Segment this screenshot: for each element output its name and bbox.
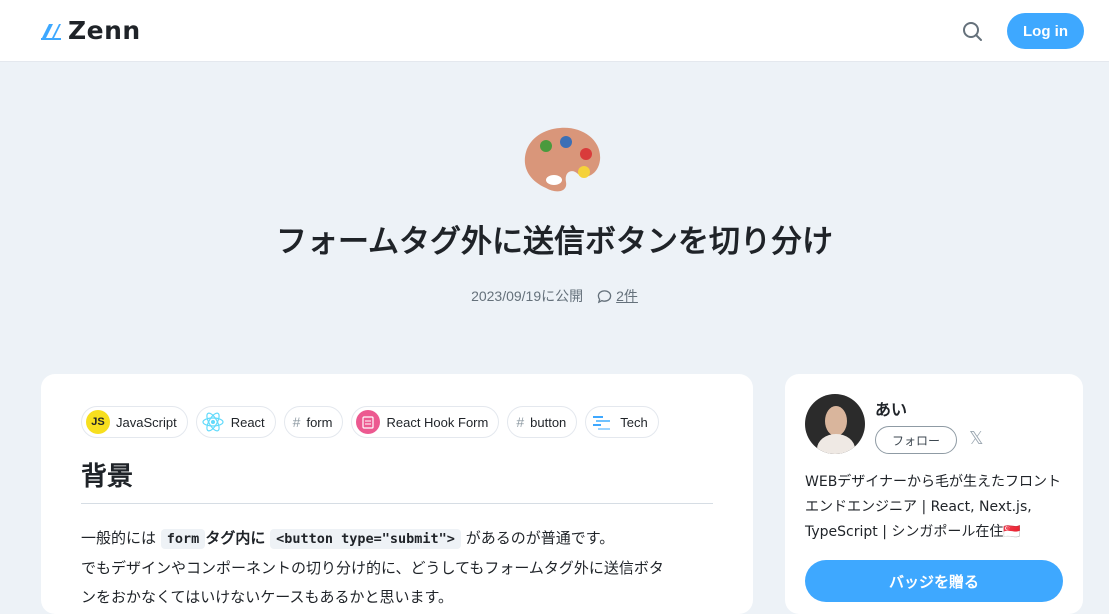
comment-icon xyxy=(597,289,612,303)
topic-label: React Hook Form xyxy=(386,414,489,430)
author-bio: WEBデザイナーから毛が生えたフロントエンドエンジニア | React, Nex… xyxy=(805,474,1062,540)
paragraph: ンをおかなくてはいけないケースもあるかと思います。 xyxy=(81,588,454,606)
topic-label: React xyxy=(230,414,265,430)
logo-text: Zenn xyxy=(68,16,141,45)
avatar-face xyxy=(825,406,847,436)
react-icon xyxy=(202,412,224,432)
javascript-icon: JS xyxy=(86,410,110,434)
text: 一般的には xyxy=(81,529,157,547)
comments-count: 2件 xyxy=(616,288,638,304)
article-title: フォームタグ外に送信ボタンを切り分け xyxy=(275,224,834,260)
article-meta: 2023/09/19に公開 2件 xyxy=(0,286,1109,306)
paragraph: 一般的には form タグ内に <button type="submit"> があ… xyxy=(81,524,713,554)
zenn-logo-icon xyxy=(41,24,61,40)
react-hook-form-icon xyxy=(356,410,381,434)
search-icon xyxy=(963,22,982,41)
topic-label: JavaScript xyxy=(116,414,177,430)
bold-text: タグ内に xyxy=(205,529,266,547)
article-content: 一般的には form タグ内に <button type="submit"> があ… xyxy=(81,524,713,612)
published-date: 2023/09/19に公開 xyxy=(471,288,584,304)
topic-react-hook-form[interactable]: React Hook Form xyxy=(351,406,500,438)
text: があるのが普通です。 xyxy=(465,529,615,547)
zenn-logo[interactable]: Zenn xyxy=(40,18,141,44)
section-heading: 背景 xyxy=(81,456,713,504)
topic-react[interactable]: React xyxy=(195,406,276,438)
send-badge-button[interactable]: バッジを贈る xyxy=(805,560,1063,602)
topic-tech[interactable]: Tech xyxy=(585,406,659,438)
topic-javascript[interactable]: JS JavaScript xyxy=(81,406,188,438)
author-profile-card: あい フォロー 𝕏 WEBデザイナーから毛が生えたフロントエンドエンジニア | … xyxy=(785,374,1083,614)
inline-code: <button type="submit"> xyxy=(270,529,461,549)
author-name[interactable]: あい xyxy=(875,396,907,420)
avatar-body xyxy=(817,434,855,454)
login-button[interactable]: Log in xyxy=(1007,13,1084,49)
follow-button[interactable]: フォロー xyxy=(875,426,957,454)
avatar[interactable] xyxy=(805,394,865,454)
topic-label: form xyxy=(306,414,333,430)
artist-palette-icon xyxy=(524,127,601,192)
article-body: JS JavaScript React # form React Hook Fo… xyxy=(41,374,753,614)
site-header: Zenn Log in xyxy=(0,0,1109,62)
hash-icon: # xyxy=(516,414,525,430)
tech-icon xyxy=(593,416,611,430)
topic-label: Tech xyxy=(620,414,648,430)
x-twitter-icon[interactable]: 𝕏 xyxy=(969,430,987,448)
topic-button[interactable]: # button xyxy=(507,406,578,438)
paragraph: でもデザインやコンポーネントの切り分け的に、どうしてもフォームタグ外に送信ボタ xyxy=(81,559,664,577)
search-button[interactable] xyxy=(960,19,986,45)
comments-link[interactable]: 2件 xyxy=(597,286,638,306)
topic-list: JS JavaScript React # form React Hook Fo… xyxy=(81,406,713,438)
inline-code: form xyxy=(160,529,206,549)
topic-form[interactable]: # form xyxy=(283,406,344,438)
topic-label: button xyxy=(530,414,567,430)
hash-icon: # xyxy=(292,414,301,430)
